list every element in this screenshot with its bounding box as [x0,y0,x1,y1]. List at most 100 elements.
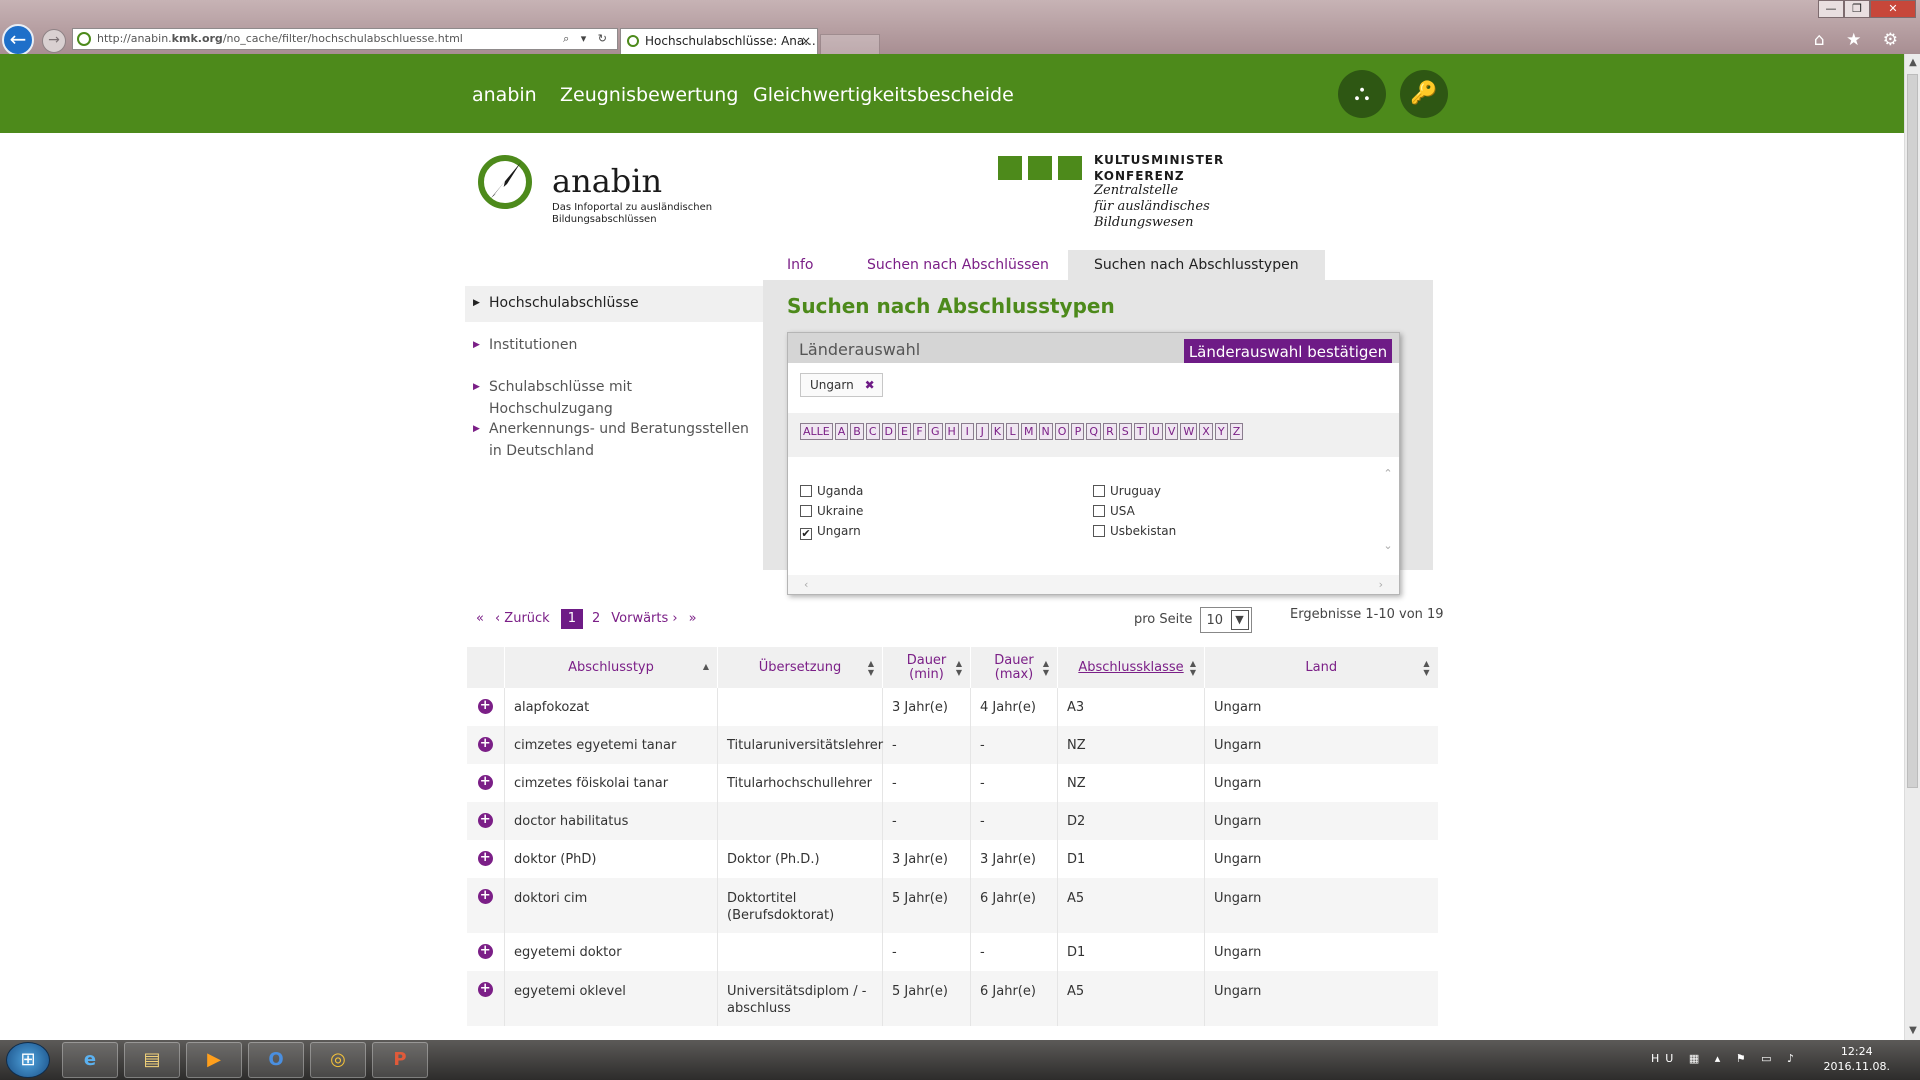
tab-info[interactable]: Info [787,250,814,280]
letter-filter-u[interactable]: U [1148,423,1163,440]
country-option[interactable]: ✔ Ungarn [800,524,861,540]
letter-filter-o[interactable]: O [1054,423,1070,440]
country-option[interactable]: Usbekistan [1093,524,1176,538]
nav-anabin[interactable]: anabin [472,84,537,106]
letter-filter-n[interactable]: N [1038,423,1053,440]
anabin-logo[interactable]: anabin Das Infoportal zu ausländischen B… [477,152,727,232]
table-row[interactable]: + doktor (PhD) Doktor (Ph.D.) 3 Jahr(e) 3 Ja… [467,840,1438,878]
table-row[interactable]: + egyetemi oklevel Universitätsdiplom / -a… [466,971,1438,1026]
page-link[interactable]: 2 [592,609,600,629]
sidebar-item-anerkennungsstellen[interactable]: ▶ Anerkennungs- und Beratungsstellen in … [465,406,763,470]
powerpoint-taskbar-icon[interactable]: P [372,1042,428,1078]
outlook-taskbar-icon[interactable]: O [248,1042,304,1078]
letter-filter-w[interactable]: W [1180,423,1198,440]
letter-filter-e[interactable]: E [897,423,911,440]
language-indicator[interactable]: HU [1651,1052,1679,1065]
expand-plus-icon[interactable]: + [477,889,493,904]
country-option[interactable]: USA [1093,504,1135,518]
checkbox-checked-icon[interactable]: ✔ [800,528,812,540]
checkbox-icon[interactable] [800,485,812,497]
table-row[interactable]: + alapfokozat 3 Jahr(e) 4 Jahr(e) A3 Ungarn [467,688,1438,726]
chrome-taskbar-icon[interactable]: ◎ [310,1042,366,1078]
letter-filter-z[interactable]: Z [1229,423,1244,440]
country-option[interactable]: Ukraine [800,504,863,518]
letter-filter-i[interactable]: I [960,423,974,440]
nav-gleichwertigkeitsbescheide[interactable]: Gleichwertigkeitsbescheide [753,84,1014,106]
table-row[interactable]: + egyetemi doktor - - D1 Ungarn [467,933,1438,971]
home-favorites-settings-icon[interactable]: ⌂ ★ ⚙ [1814,30,1906,50]
sidebar-item-hochschulabschluesse[interactable]: ▶ Hochschulabschlüsse [465,286,763,322]
expand-plus-icon[interactable]: + [477,737,493,752]
confirm-country-button[interactable]: Länderauswahl bestätigen [1184,339,1392,363]
letter-filter-m[interactable]: M [1021,423,1037,440]
first-page-link[interactable]: « [476,609,484,629]
scroll-left-icon[interactable]: ‹ [804,578,808,591]
letter-filter-l[interactable]: L [1006,423,1020,440]
letter-filter-d[interactable]: D [881,423,896,440]
page-scrollbar[interactable]: ▲ ▼ [1904,54,1920,1040]
back-button[interactable]: ← [2,24,34,56]
minimize-button[interactable]: — [1818,0,1844,18]
expand-plus-icon[interactable]: + [477,851,493,866]
prev-page-link[interactable]: ‹ Zurück [495,609,550,629]
expand-plus-icon[interactable]: + [477,813,493,828]
sidebar-item-institutionen[interactable]: ▶ Institutionen [465,322,763,364]
scroll-thumb[interactable] [1907,74,1918,788]
table-row[interactable]: + cimzetes föiskolai tanar Titularhochschu… [467,764,1438,802]
expand-plus-icon[interactable]: + [477,982,493,997]
letter-filter-b[interactable]: B [850,423,864,440]
address-tools-icon[interactable]: ⌕ ▾ ↻ [563,29,611,49]
sidebar-item-schulabschluesse[interactable]: ▶ Schulabschlüsse mit Hochschulzugang [465,364,763,417]
checkbox-icon[interactable] [800,505,812,517]
header-uebersetzung[interactable]: Übersetzung ▲ ▼ [717,647,883,688]
tray-icons[interactable]: ▦ ▴ ⚑ ▭ ♪ [1689,1052,1800,1065]
media-player-taskbar-icon[interactable]: ▶ [186,1042,242,1078]
letter-filter-t[interactable]: T [1133,423,1147,440]
letter-filter-h[interactable]: H [944,423,959,440]
per-page-select[interactable]: 10 ▼ [1199,607,1252,633]
table-row[interactable]: + cimzetes egyetemi tanar Titularuniversit… [466,726,1438,764]
page-link-current[interactable]: 1 [560,609,583,629]
next-page-link[interactable]: Vorwärts › [611,609,677,629]
explorer-taskbar-icon[interactable]: ▤ [124,1042,180,1078]
popup-scrollbar-vertical[interactable]: ⌃ ⌄ [1380,465,1396,565]
remove-chip-icon[interactable]: ✖ [865,374,875,396]
start-button[interactable]: ⊞ [6,1042,50,1078]
tab-suchen-nach-abschluessen[interactable]: Suchen nach Abschlüssen [867,250,1049,280]
last-page-link[interactable]: » [689,609,697,629]
letter-filter-f[interactable]: F [912,423,926,440]
letter-filter-g[interactable]: G [927,423,943,440]
ie-taskbar-icon[interactable]: e [62,1042,118,1078]
tab-close-icon[interactable]: × [801,29,811,53]
expand-plus-icon[interactable]: + [477,944,493,959]
scroll-right-icon[interactable]: › [1379,575,1383,594]
header-abschlussklasse[interactable]: Abschlussklasse ▲ ▼ [1057,647,1205,688]
browser-tab-active[interactable]: Hochschulabschlüsse: Ana... × [620,28,818,54]
login-key-icon[interactable]: 🔑 [1400,70,1448,118]
address-bar[interactable]: http://anabin.kmk.org/no_cache/filter/ho… [72,28,618,50]
nav-zeugnisbewertung[interactable]: Zeugnisbewertung [560,84,738,106]
letter-filter-a[interactable]: A [834,423,849,440]
header-dauer-min[interactable]: Dauer (min) ▲ ▼ [882,647,971,688]
header-abschlusstyp[interactable]: Abschlusstyp ▲ [504,647,718,688]
expand-plus-icon[interactable]: + [477,699,493,714]
sitemap-icon[interactable]: ⛬ [1338,70,1386,118]
popup-scrollbar-horizontal[interactable]: ‹ › [788,575,1399,594]
country-option[interactable]: Uruguay [1093,484,1161,498]
header-land[interactable]: Land ▲ ▼ [1204,647,1438,688]
letter-filter-r[interactable]: R [1103,423,1117,440]
new-tab-button[interactable] [820,34,880,54]
letter-filter-j[interactable]: J [975,423,989,440]
close-window-button[interactable]: ✕ [1870,0,1916,18]
checkbox-icon[interactable] [1093,485,1105,497]
scroll-up-icon[interactable]: ▲ [1905,54,1920,72]
scroll-down-icon[interactable]: ⌄ [1380,539,1396,553]
letter-filter-k[interactable]: K [990,423,1005,440]
letter-filter-c[interactable]: C [865,423,880,440]
header-dauer-max[interactable]: Dauer (max) ▲ ▼ [970,647,1058,688]
checkbox-icon[interactable] [1093,525,1105,537]
expand-plus-icon[interactable]: + [477,775,493,790]
restore-button[interactable]: ❐ [1844,0,1870,18]
letter-filter-alle[interactable]: ALLE [800,423,833,440]
country-option[interactable]: Uganda [800,484,863,498]
